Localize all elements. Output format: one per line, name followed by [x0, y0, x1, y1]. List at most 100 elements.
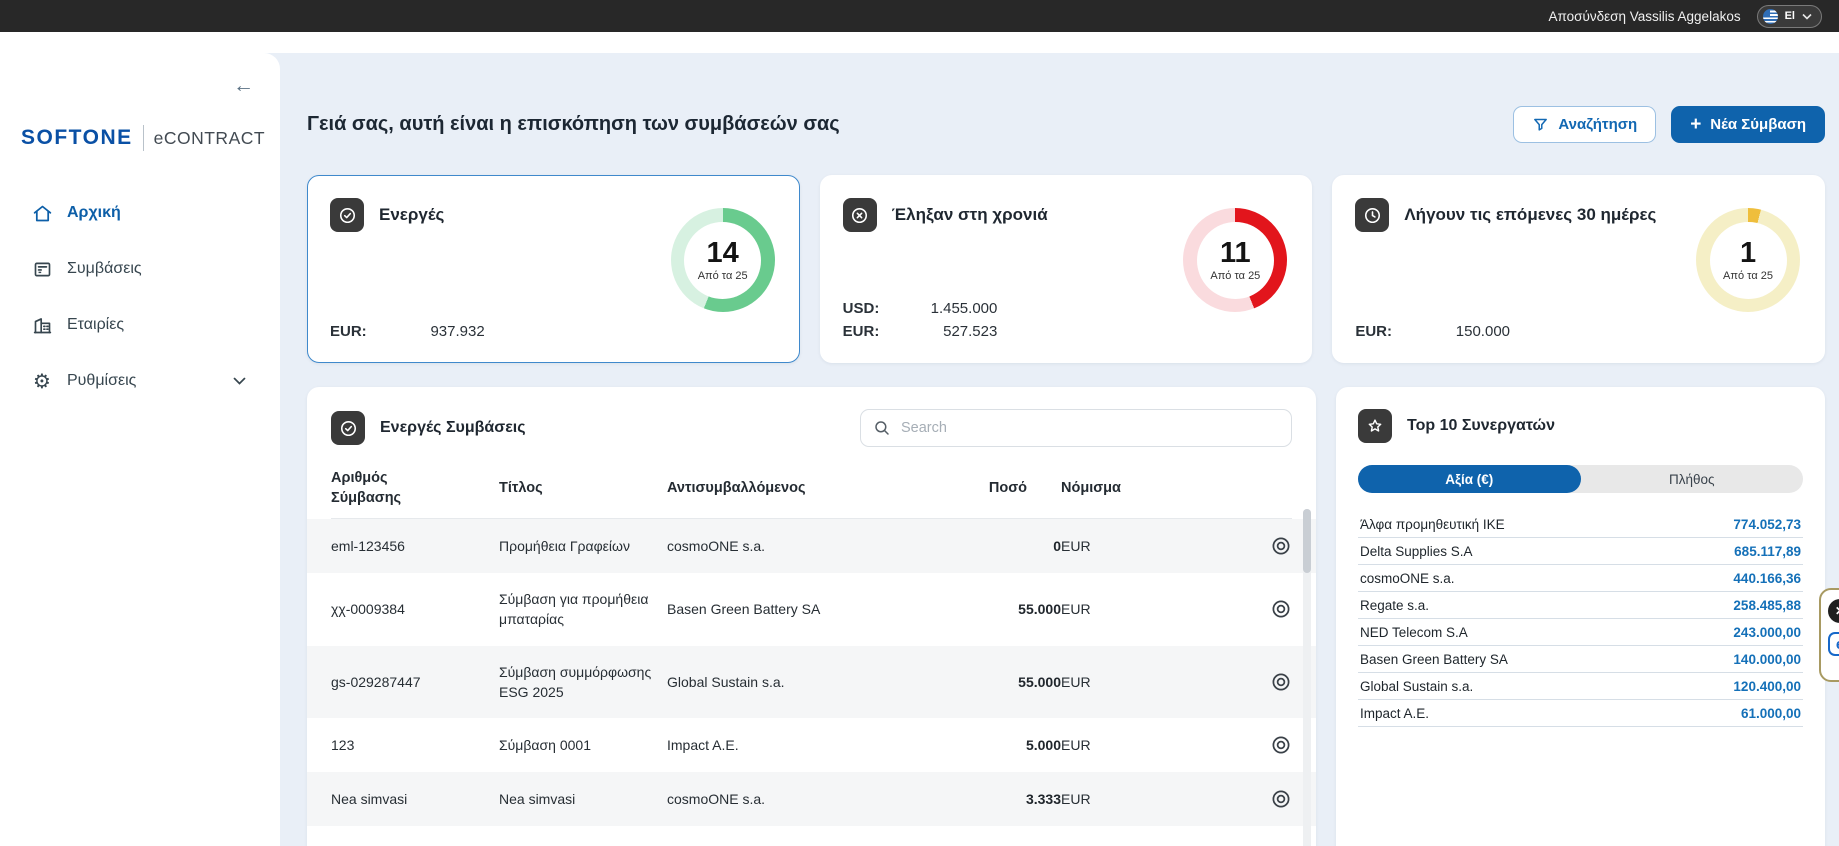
list-item[interactable]: NED Telecom S.A 243.000,00 [1358, 619, 1803, 646]
list-item[interactable]: Delta Supplies S.A 685.117,89 [1358, 538, 1803, 565]
partner-value: 61.000,00 [1740, 706, 1801, 721]
sidebar-nav: Αρχική Συμβάσεις Εταιρίες ⚙ Ρυθμίσεις [0, 185, 280, 409]
eye-icon [1272, 736, 1290, 754]
partners-header: Top 10 Συνεργατών [1358, 409, 1803, 443]
partner-name: Impact A.E. [1360, 706, 1430, 721]
floating-widget: ✕ e [1819, 588, 1839, 682]
sidebar-item-companies[interactable]: Εταιρίες [0, 297, 280, 353]
cell-title: Σύμβαση Ενοικίασης Ακινήτου [499, 826, 667, 846]
language-selector[interactable]: El [1756, 4, 1822, 28]
cell-amount: 55.000 [1018, 601, 1061, 618]
page-header: Γειά σας, αυτή είναι η επισκόπηση των συ… [307, 105, 1825, 143]
cell-amount: 0 [1053, 537, 1061, 554]
currency-label: EUR: [842, 323, 880, 340]
partner-name: Basen Green Battery SA [1360, 652, 1508, 667]
currency-value: 527.523 [943, 323, 998, 340]
currency-label: EUR: [1355, 323, 1393, 340]
close-icon[interactable]: ✕ [1828, 599, 1839, 623]
cell-counterparty: Άλφα προμηθευτική ΙΚΕ [667, 836, 919, 846]
card-amounts: USD: 1.455.000 EUR: 527.523 [843, 300, 998, 340]
sidebar-item-contracts[interactable]: Συμβάσεις [0, 241, 280, 297]
eye-icon [1272, 537, 1290, 555]
search-filter-button[interactable]: Αναζήτηση [1513, 105, 1657, 143]
currency-label: USD: [842, 300, 880, 317]
list-item[interactable]: Global Sustain s.a. 120.400,00 [1358, 673, 1803, 700]
view-contract-button[interactable] [1270, 734, 1292, 756]
partners-list: Άλφα προμηθευτική ΙΚΕ 774.052,73 Delta S… [1358, 511, 1803, 727]
donut-count: 11 [1220, 236, 1251, 269]
list-item[interactable]: Άλφα προμηθευτική ΙΚΕ 774.052,73 [1358, 511, 1803, 538]
partner-name: NED Telecom S.A [1360, 625, 1468, 640]
card-active-contracts[interactable]: Ενεργές 14 Από τα 25 EUR: 937.932 [307, 175, 800, 363]
tab-count[interactable]: Πλήθος [1581, 465, 1804, 493]
table-column-headers: Αριθμός Σύμβασης Τίτλος Αντισυμβαλλόμενο… [331, 461, 1292, 520]
companies-icon [31, 315, 53, 336]
check-circle-icon [330, 198, 364, 232]
table-row[interactable]: eml-123456 Προμήθεια Γραφείων cosmoONE s… [307, 519, 1316, 574]
table-row[interactable]: CO-7265343 Σύμβαση Ενοικίασης Ακινήτου Ά… [307, 826, 1316, 846]
sidebar-item-settings[interactable]: ⚙ Ρυθμίσεις [0, 353, 280, 409]
partner-value: 243.000,00 [1733, 625, 1801, 640]
list-item[interactable]: Basen Green Battery SA 140.000,00 [1358, 646, 1803, 673]
search-input[interactable] [860, 409, 1292, 447]
cell-number: Nea simvasi [331, 791, 408, 808]
sidebar: ← SOFTONE eCONTRACT Αρχική Συμβάσεις Ετα… [0, 53, 280, 846]
eye-icon [1272, 600, 1290, 618]
list-item[interactable]: Impact A.E. 61.000,00 [1358, 700, 1803, 727]
plus-icon: + [1690, 113, 1702, 135]
donut-chart-expiring: 1 Από τα 25 [1696, 208, 1801, 312]
partners-tabs: Αξία (€) Πλήθος [1358, 465, 1803, 493]
sidebar-item-home[interactable]: Αρχική [0, 185, 280, 241]
partner-name: Regate s.a. [1360, 598, 1430, 613]
cell-currency: EUR [1061, 737, 1091, 754]
new-contract-button[interactable]: + Νέα Σύμβαση [1671, 105, 1825, 143]
partner-name: Global Sustain s.a. [1360, 679, 1474, 694]
app-shell: ← SOFTONE eCONTRACT Αρχική Συμβάσεις Ετα… [0, 32, 1839, 846]
chevron-down-icon [233, 377, 246, 385]
main-content: Γειά σας, αυτή είναι η επισκόπηση των συ… [307, 53, 1826, 846]
partner-value: 140.000,00 [1733, 652, 1801, 667]
brand-softone: SOFTONE [21, 126, 133, 149]
check-circle-icon [331, 411, 365, 445]
e-logo-icon[interactable]: e [1828, 632, 1839, 656]
view-contract-button[interactable] [1270, 598, 1292, 620]
table-scrollbar[interactable] [1303, 509, 1311, 846]
table-row[interactable]: 123 Σύμβαση 0001 Impact A.E. 5.000 EUR [307, 718, 1316, 772]
list-item[interactable]: cosmoONE s.a. 440.166,36 [1358, 565, 1803, 592]
bottom-row: Ενεργές Συμβάσεις Αριθμός Σύμβασης Τίτλο… [307, 387, 1825, 846]
cell-number: χχ-0009384 [331, 601, 405, 618]
donut-count: 1 [1739, 236, 1757, 269]
sidebar-item-label: Αρχική [67, 204, 121, 221]
card-expiring-30-days[interactable]: Λήγουν τις επόμενες 30 ημέρες 1 Από τα 2… [1332, 175, 1826, 363]
cell-amount: 125.000 [919, 836, 1061, 846]
sidebar-collapse-button[interactable]: ← [233, 75, 254, 96]
brand-econtract: eCONTRACT [153, 127, 266, 148]
cell-counterparty: Impact A.E. [667, 737, 739, 754]
view-contract-button[interactable] [1270, 788, 1292, 810]
home-icon [31, 203, 53, 224]
table-row[interactable]: Nea simvasi Nea simvasi cosmoONE s.a. 3.… [307, 772, 1316, 827]
new-contract-label: Νέα Σύμβαση [1710, 115, 1806, 133]
table-row[interactable]: χχ-0009384 Σύμβαση για προμήθεια μπαταρί… [307, 573, 1316, 646]
search-button-label: Αναζήτηση [1558, 115, 1638, 133]
view-contract-button[interactable] [1270, 671, 1292, 693]
logout-link[interactable]: Αποσύνδεση Vassilis Aggelakos [1549, 9, 1741, 24]
card-expired-contracts[interactable]: Έληξαν στη χρονιά 11 Από τα 25 USD: 1.45… [819, 175, 1313, 363]
cell-amount: 5.000 [1025, 737, 1061, 754]
partner-value: 685.117,89 [1734, 544, 1801, 559]
chevron-down-icon [1802, 13, 1812, 20]
tab-value[interactable]: Αξία (€) [1358, 465, 1581, 493]
partner-name: Delta Supplies S.A [1360, 544, 1473, 559]
list-item[interactable]: Regate s.a. 258.485,88 [1358, 592, 1803, 619]
scrollbar-thumb[interactable] [1303, 509, 1311, 573]
table-title: Ενεργές Συμβάσεις [380, 419, 526, 436]
eye-icon [1272, 673, 1290, 691]
partner-value: 258.485,88 [1733, 598, 1801, 613]
stat-cards-row: Ενεργές 14 Από τα 25 EUR: 937.932 Έληξαν… [307, 175, 1826, 363]
cell-currency: EUR [1061, 537, 1091, 554]
table-search [860, 409, 1292, 447]
currency-label: EUR: [330, 323, 367, 340]
table-row[interactable]: gs-029287447 Σύμβαση συμμόρφωσης ESG 202… [307, 645, 1316, 719]
view-contract-button[interactable] [1270, 535, 1292, 557]
sidebar-item-label: Εταιρίες [67, 316, 125, 333]
